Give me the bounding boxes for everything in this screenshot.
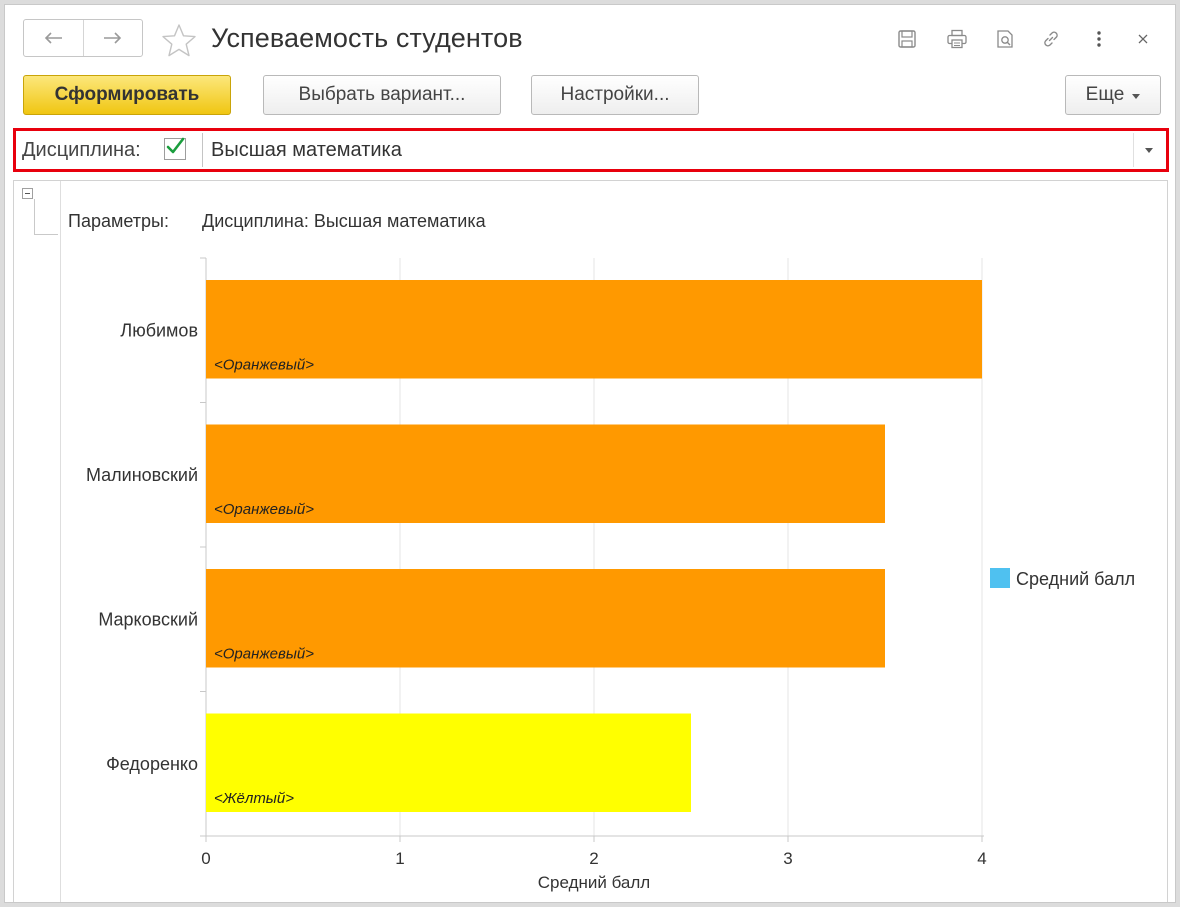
category-label: Марковский xyxy=(98,609,198,629)
legend-swatch xyxy=(990,568,1010,588)
category-label: Любимов xyxy=(120,320,198,340)
x-axis-title: Средний балл xyxy=(538,873,650,892)
save-button[interactable] xyxy=(893,25,921,53)
chevron-down-icon xyxy=(1145,147,1153,153)
generate-button[interactable]: Сформировать xyxy=(23,75,231,115)
filter-label: Дисциплина: xyxy=(22,139,141,161)
legend-label: Средний балл xyxy=(1016,569,1135,589)
bar-chart: <Оранжевый> Любимов <Оранжевый> Малиновский… xyxy=(86,257,1135,892)
preview-button[interactable] xyxy=(991,25,1019,53)
choose-variant-button[interactable]: Выбрать вариант... xyxy=(263,75,501,115)
x-tick-label: 2 xyxy=(589,849,598,868)
arrow-right-icon xyxy=(103,32,121,44)
close-button[interactable] xyxy=(1129,25,1157,53)
link-button[interactable] xyxy=(1037,25,1065,53)
vertical-dots-icon xyxy=(1097,31,1101,47)
favorite-star-icon[interactable] xyxy=(161,23,197,57)
bar-label: <Жёлтый> xyxy=(214,790,294,807)
preview-icon xyxy=(997,30,1013,48)
page-title: Успеваемость студентов xyxy=(211,23,523,53)
discipline-input[interactable]: Высшая математика xyxy=(202,133,1164,167)
navigation-buttons xyxy=(23,19,143,57)
bar-label: <Оранжевый> xyxy=(214,646,314,663)
arrow-left-icon xyxy=(45,32,63,44)
discipline-value: Высшая математика xyxy=(211,139,402,161)
chevron-down-icon xyxy=(1132,93,1141,99)
category-label: Малиновский xyxy=(86,465,198,485)
x-tick-label: 4 xyxy=(977,849,986,868)
x-tick-label: 1 xyxy=(395,849,404,868)
close-icon xyxy=(1138,34,1148,44)
filter-use-checkbox[interactable] xyxy=(164,137,186,160)
link-icon xyxy=(1044,31,1058,47)
printer-icon xyxy=(947,29,967,49)
bar-label: <Оранжевый> xyxy=(214,501,314,518)
x-tick-label: 3 xyxy=(783,849,792,868)
discipline-dropdown-button[interactable] xyxy=(1133,133,1164,167)
more-actions-button[interactable] xyxy=(1085,25,1113,53)
report-window: Успеваемость студентов Сформировать Выбр… xyxy=(4,4,1176,903)
checkmark-icon xyxy=(166,137,185,154)
report-area: Параметры: Дисциплина: Высшая математика… xyxy=(13,180,1168,902)
more-button-label: Еще xyxy=(1085,84,1125,105)
print-button[interactable] xyxy=(943,25,971,53)
back-button[interactable] xyxy=(24,20,83,56)
settings-button[interactable]: Настройки... xyxy=(531,75,699,115)
filter-discipline: Дисциплина: Высшая математика xyxy=(13,128,1169,172)
forward-button[interactable] xyxy=(82,20,143,56)
x-tick-label: 0 xyxy=(201,849,210,868)
bar xyxy=(206,280,982,379)
bar-label: <Оранжевый> xyxy=(214,357,314,374)
more-button[interactable]: Еще xyxy=(1065,75,1161,115)
save-icon xyxy=(898,30,916,48)
category-label: Федоренко xyxy=(106,754,198,774)
